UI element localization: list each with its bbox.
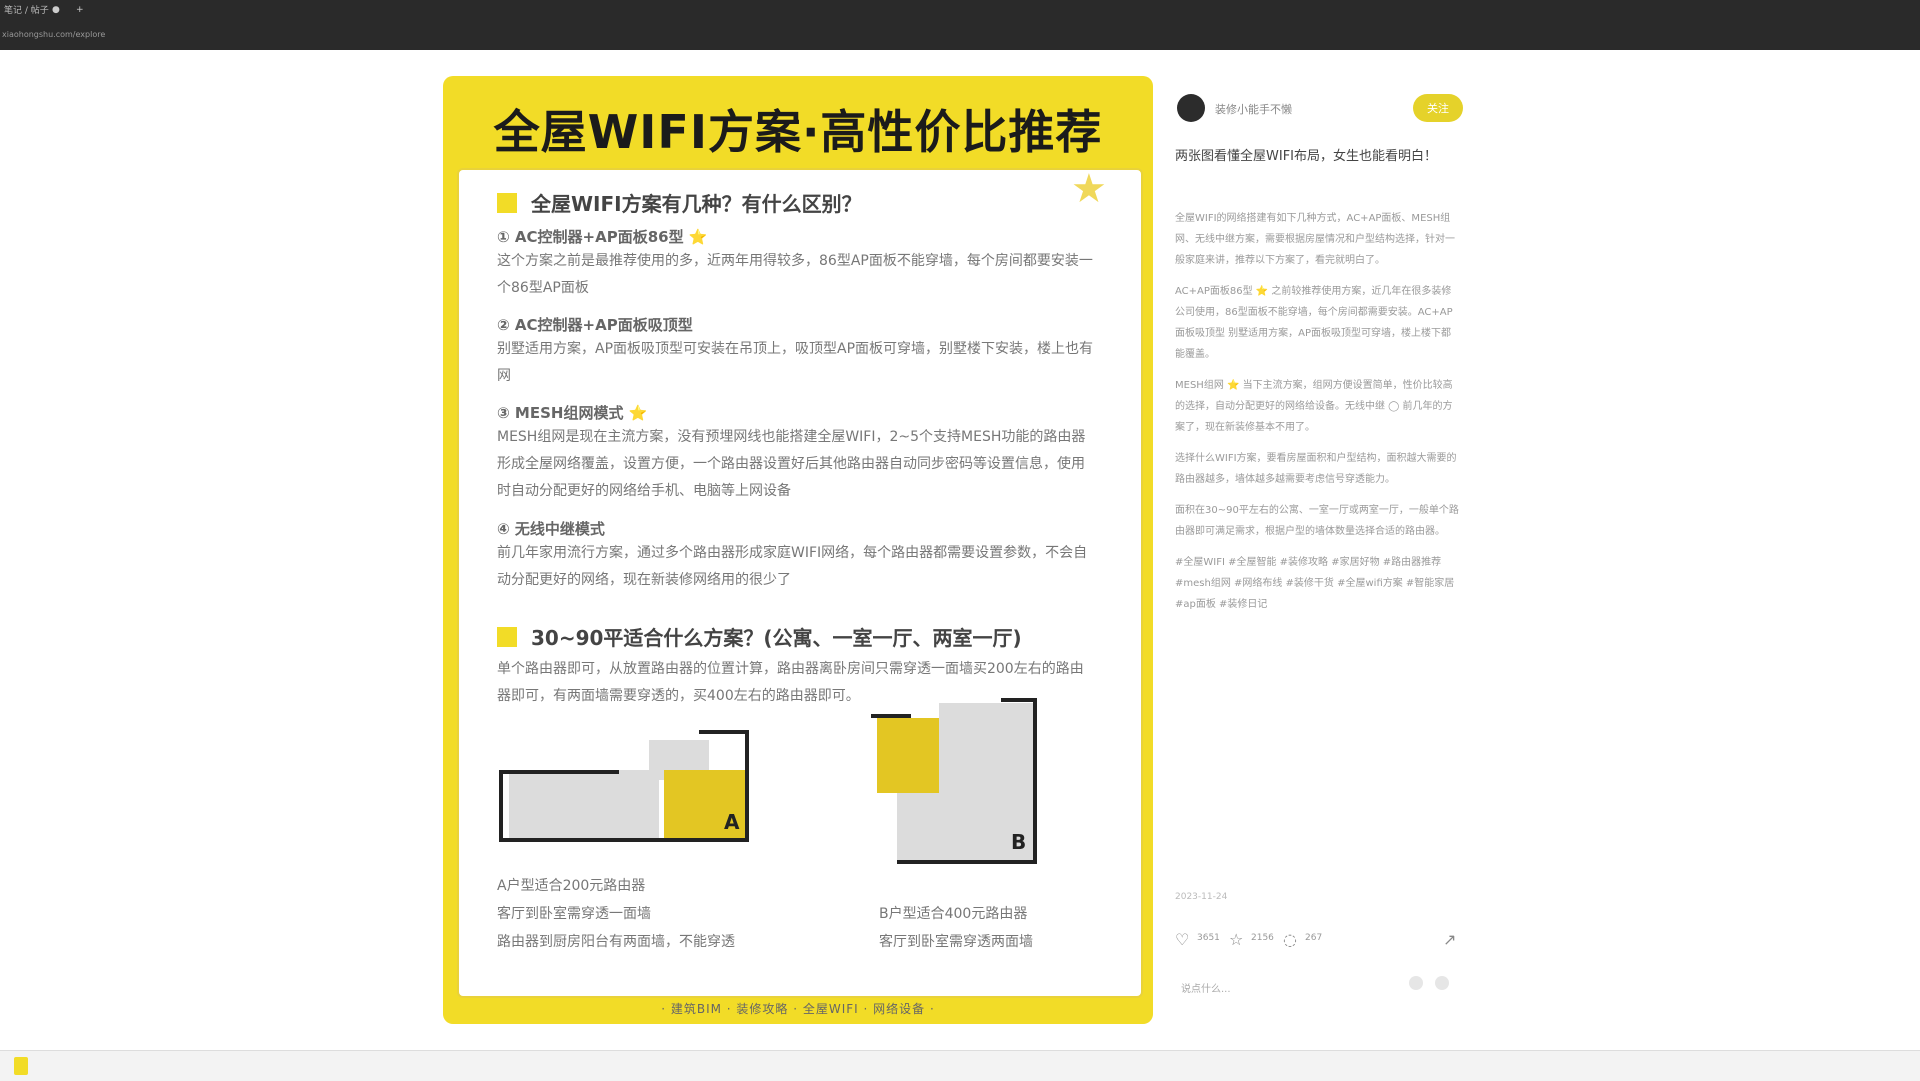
at-icon[interactable] [1435, 976, 1449, 990]
browser-topbar: 笔记 / 帖子 ● + xiaohongshu.com/explore [0, 0, 1920, 50]
section-heading: 30~90平适合什么方案？(公寓、一室一厅、两室一厅) [497, 622, 1022, 651]
item-heading: ④ 无线中继模式 [497, 520, 605, 538]
comment-count: 267 [1305, 933, 1323, 943]
item-text: 别墅适用方案，AP面板吸顶型可安装在吊顶上，吸顶型AP面板可穿墙，别墅楼下安装，… [497, 341, 1094, 384]
share-icon[interactable]: ↗ [1443, 930, 1456, 949]
plan-b-label: B [1011, 830, 1027, 854]
new-tab-icon[interactable]: + [76, 5, 84, 15]
floor-plan-a: A [499, 730, 769, 860]
post-image[interactable]: 全屋WIFI方案·高性价比推荐 ★ 全屋WIFI方案有几种？有什么区别？ ① A… [443, 76, 1153, 1024]
collect-count: 2156 [1251, 933, 1274, 943]
floor-plan-b: B [861, 698, 1041, 868]
square-bullet-icon [497, 193, 517, 213]
item-text: 前几年家用流行方案，通过多个路由器形成家庭WIFI网络，每个路由器都需要设置参数… [497, 545, 1088, 588]
item-heading: ② AC控制器+AP面板吸顶型 [497, 316, 693, 334]
browser-tab[interactable]: 笔记 / 帖子 [0, 0, 49, 22]
close-tab-icon[interactable]: ● [52, 5, 60, 15]
note-body: 全屋WIFI的网络搭建有如下几种方式，AC+AP面板、MESH组网、无线中继方案… [1175, 213, 1459, 610]
square-bullet-icon [497, 627, 517, 647]
author-name[interactable]: 装修小能手不懒 [1215, 101, 1292, 117]
item-text: 这个方案之前是最推荐使用的多，近两年用得较多，86型AP面板不能穿墙，每个房间都… [497, 253, 1093, 296]
star-outline-icon[interactable]: ☆ [1229, 930, 1243, 949]
follow-button[interactable]: 关注 [1413, 94, 1463, 122]
item-heading: ③ MESH组网模式 ⭐ [497, 404, 648, 422]
post-image-footer: · 建筑BIM · 装修攻略 · 全屋WIFI · 网络设备 · [661, 1002, 935, 1016]
avatar[interactable] [1177, 94, 1205, 122]
address-bar[interactable]: xiaohongshu.com/explore [2, 30, 105, 39]
note-date: 2023-11-24 [1175, 892, 1228, 902]
heart-icon[interactable]: ♡ [1175, 930, 1189, 949]
comment-input[interactable]: 说点什么... [1181, 980, 1231, 995]
post-image-content: ★ 全屋WIFI方案有几种？有什么区别？ ① AC控制器+AP面板86型 ⭐ 这… [457, 166, 1143, 998]
post-image-title: 全屋WIFI方案·高性价比推荐 [493, 105, 1103, 159]
comment-icon[interactable]: ◌ [1283, 930, 1297, 949]
emoji-icon[interactable] [1409, 976, 1423, 990]
document-icon[interactable] [14, 1057, 28, 1075]
action-bar: ♡ 3651 ☆ 2156 ◌ 267 ↗ [1173, 930, 1463, 954]
item-heading: ① AC控制器+AP面板86型 ⭐ [497, 228, 708, 246]
section-heading: 全屋WIFI方案有几种？有什么区别？ [497, 188, 862, 217]
item-text: MESH组网是现在主流方案，没有预埋网线也能搭建全屋WIFI，2~5个支持MES… [497, 429, 1086, 499]
note-title: 两张图看懂全屋WIFI布局，女生也能看明白！ [1175, 149, 1437, 164]
caption-a: A户型适合200元路由器 客厅到卧室需穿透一面墙 路由器到厨房阳台有两面墙，不能… [497, 878, 735, 950]
caption-b: B户型适合400元路由器 客厅到卧室需穿透两面墙 [879, 906, 1033, 950]
star-icon: ★ [1071, 166, 1107, 212]
bottom-taskbar [0, 1050, 1920, 1081]
plan-a-label: A [724, 810, 740, 834]
like-count: 3651 [1197, 933, 1220, 943]
